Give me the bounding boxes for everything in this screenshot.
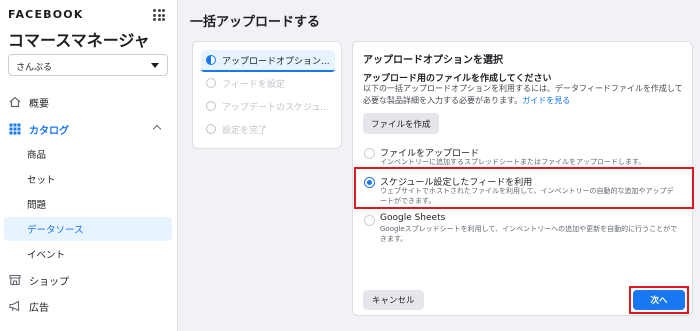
step-schedule-updates: アップデートのスケジュ... bbox=[201, 95, 335, 117]
option-description: Googleスプレッドシートを利用して、インベントリーへの追加や更新を自動的に行… bbox=[380, 225, 678, 243]
create-file-button[interactable]: ファイルを作成 bbox=[363, 113, 439, 134]
sidebar-subitem-issues[interactable]: 問題 bbox=[0, 192, 172, 216]
app-title: コマースマネージャ bbox=[8, 31, 150, 50]
step-upload-options[interactable]: アップロードオプション... bbox=[201, 50, 335, 72]
home-icon bbox=[8, 95, 22, 109]
step-circle-icon bbox=[206, 78, 216, 88]
sidebar-item-overview[interactable]: 概要 bbox=[0, 90, 172, 114]
sidebar-item-label: ショップ bbox=[29, 276, 69, 288]
sidebar-item-ads[interactable]: 広告 bbox=[0, 294, 172, 318]
sidebar-subitem-data-sources[interactable]: データソース bbox=[4, 217, 172, 241]
app-grid-icon[interactable] bbox=[153, 9, 165, 21]
step-feed-settings: フィードを設定 bbox=[201, 72, 335, 94]
guide-link[interactable]: ガイドを見る bbox=[522, 96, 570, 105]
card-title: アップロードオプションを選択 bbox=[363, 55, 503, 66]
step-progress-icon bbox=[206, 55, 216, 65]
sidebar-item-label: カタログ bbox=[29, 125, 69, 137]
step-complete-setup: 設定を完了 bbox=[201, 118, 335, 140]
sidebar-item-shop[interactable]: ショップ bbox=[0, 268, 172, 292]
shop-icon bbox=[8, 273, 22, 287]
sidebar-item-label: 概要 bbox=[29, 98, 49, 110]
caret-down-icon bbox=[151, 63, 159, 68]
sidebar-item-catalog[interactable]: カタログ bbox=[0, 117, 172, 141]
radio-button[interactable] bbox=[364, 148, 375, 159]
radio-button[interactable] bbox=[364, 215, 375, 226]
step-circle-icon bbox=[206, 124, 216, 134]
megaphone-icon bbox=[8, 299, 22, 313]
catalog-grid-icon bbox=[8, 122, 22, 136]
step-label: アップロードオプション... bbox=[222, 56, 330, 67]
sidebar-subitem-products[interactable]: 商品 bbox=[0, 142, 172, 166]
option-title: Google Sheets bbox=[380, 213, 446, 223]
card-description: 以下の一括アップロードオプションを利用するには、データフィードファイルを作成して… bbox=[363, 83, 689, 107]
step-label: 設定を完了 bbox=[222, 125, 268, 136]
next-button[interactable]: 次へ bbox=[633, 290, 685, 310]
option-google-sheets[interactable]: Google Sheets Googleスプレッドシートを利用して、インベントリ… bbox=[362, 212, 684, 248]
step-circle-icon bbox=[206, 101, 216, 111]
brand-label: FACEBOOK bbox=[8, 8, 84, 21]
step-label: アップデートのスケジュ... bbox=[222, 102, 329, 113]
sidebar-item-label: 広告 bbox=[29, 302, 49, 314]
account-select-value: さんぷる bbox=[16, 63, 53, 73]
page-title: 一括アップロードする bbox=[190, 15, 321, 30]
account-select[interactable]: さんぷる bbox=[8, 54, 168, 76]
chevron-up-icon bbox=[152, 124, 162, 134]
sidebar-subitem-sets[interactable]: セット bbox=[0, 167, 172, 191]
step-label: フィードを設定 bbox=[222, 79, 285, 90]
sidebar-subitem-events[interactable]: イベント bbox=[0, 242, 172, 266]
sidebar: FACEBOOK コマースマネージャ さんぷる 概要 カタログ 商品 セット 問… bbox=[0, 0, 178, 331]
steps-card: アップロードオプション... フィードを設定 アップデートのスケジュ... 設定… bbox=[192, 41, 342, 149]
cancel-button[interactable]: キャンセル bbox=[363, 290, 424, 310]
highlight-annotation bbox=[354, 167, 694, 209]
